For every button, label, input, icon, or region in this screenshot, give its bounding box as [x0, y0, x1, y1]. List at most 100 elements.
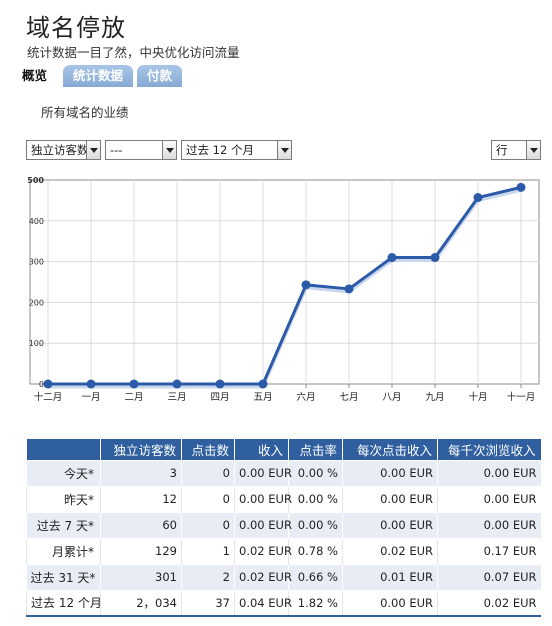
- table-cell: 0: [181, 485, 235, 512]
- stats-table: 独立访客数 点击数 收入 点击率 每次点击收入 每千次浏览收入 今天* 3 0 0.0…: [26, 439, 541, 617]
- table-cell: 0.00 %: [288, 459, 343, 486]
- x-tick-label: 五月: [253, 392, 272, 403]
- data-point: [172, 379, 182, 389]
- page-title: 域名停放: [26, 14, 126, 42]
- chevron-down-icon: [162, 141, 176, 159]
- table-header-row: 独立访客数 点击数 收入 点击率 每次点击收入 每千次浏览收入: [26, 439, 541, 460]
- compare-select[interactable]: ---: [105, 140, 177, 160]
- data-point: [516, 182, 526, 192]
- row-label: 月累计*: [26, 537, 101, 564]
- x-tick-label: 六月: [296, 391, 315, 403]
- x-tick-label: 一月: [81, 392, 100, 403]
- y-tick-label: 300: [29, 258, 44, 267]
- table-cell: 0.00 EUR: [342, 485, 438, 512]
- chevron-down-icon: [86, 141, 100, 159]
- data-point: [473, 193, 483, 203]
- data-point: [215, 379, 225, 389]
- table-cell: 0: [181, 459, 235, 486]
- data-point: [43, 379, 53, 389]
- table-cell: 1.82 %: [288, 589, 343, 617]
- table-row: 昨天* 12 0 0.00 EUR 0.00 % 0.00 EUR 0.00 EUR: [26, 485, 541, 512]
- period-select[interactable]: 过去 12 个月: [181, 140, 292, 160]
- table-cell: 0.00 %: [288, 485, 343, 512]
- data-point: [387, 253, 397, 263]
- chevron-down-icon: [526, 141, 540, 159]
- table-cell: 0.02 EUR: [342, 537, 438, 564]
- data-point: [430, 253, 440, 263]
- y-tick-label: 500: [27, 176, 44, 185]
- x-tick-label: 七月: [339, 392, 358, 403]
- table-cell: 2: [181, 563, 235, 590]
- table-cell: 0.00 EUR: [437, 485, 541, 512]
- table-row: 过去 12 个月 2，034 37 0.04 EUR 1.82 % 0.00 EUR 0.0…: [26, 589, 541, 617]
- table-cell: 0.01 EUR: [342, 563, 438, 590]
- table-header-corner: [26, 439, 101, 460]
- table-row: 过去 31 天* 301 2 0.02 EUR 0.66 % 0.01 EUR 0.07 E…: [26, 563, 541, 590]
- table-cell: 129: [100, 537, 182, 564]
- column-header: 点击率: [288, 439, 343, 460]
- table-cell: 0: [181, 511, 235, 538]
- table-cell: 0.00 EUR: [437, 459, 541, 486]
- data-point: [129, 379, 139, 389]
- y-tick-label: 100: [29, 339, 44, 348]
- tab-overview[interactable]: 概览: [18, 65, 59, 87]
- table-cell: 1: [181, 537, 235, 564]
- table-cell: 0.78 %: [288, 537, 343, 564]
- row-label: 过去 31 天*: [26, 563, 101, 590]
- chevron-down-icon: [277, 141, 291, 159]
- section-heading: 所有域名的业绩: [41, 105, 129, 120]
- table-cell: 2，034: [100, 589, 182, 617]
- table-cell: 0.00 EUR: [437, 511, 541, 538]
- visitors-line-chart: 0 100 200 300 400 500 十二月 一月 二月 三月 四月 五月 六月 七月 八月 九月 十月 十…: [27, 176, 540, 403]
- granularity-select[interactable]: 行: [491, 140, 541, 160]
- table-cell: 0.00 EUR: [234, 511, 292, 538]
- table-cell: 0.00 %: [288, 511, 343, 538]
- table-cell: 0.02 EUR: [234, 537, 292, 564]
- x-tick-label: 二月: [124, 392, 143, 403]
- data-point: [258, 379, 268, 389]
- metric-select-value: 独立访客数: [31, 143, 89, 157]
- row-label: 过去 12 个月: [26, 589, 102, 617]
- table-cell: 0.66 %: [288, 563, 343, 590]
- column-header: 收入: [234, 439, 289, 460]
- x-tick-label: 四月: [210, 392, 229, 403]
- tab-payments[interactable]: 付款: [137, 65, 183, 87]
- column-header: 每千次浏览收入: [437, 439, 541, 460]
- table-cell: 60: [100, 511, 182, 538]
- tab-bar: 概览 统计数据 付款: [18, 63, 186, 87]
- table-row: 今天* 3 0 0.00 EUR 0.00 % 0.00 EUR 0.00 EUR: [26, 459, 541, 486]
- y-tick-label: 400: [29, 217, 44, 226]
- table-cell: 0.17 EUR: [437, 537, 541, 564]
- table-cell: 12: [100, 485, 182, 512]
- column-header: 点击数: [181, 439, 235, 460]
- x-tick-label: 十月: [468, 391, 487, 403]
- metric-select[interactable]: 独立访客数: [26, 140, 101, 160]
- table-cell: 0.00 EUR: [342, 459, 438, 486]
- table-cell: 0.04 EUR: [234, 589, 292, 617]
- table-cell: 0.00 EUR: [234, 459, 292, 486]
- granularity-select-value: 行: [496, 143, 508, 157]
- x-tick-label: 十一月: [507, 391, 536, 403]
- table-cell: 0.00 EUR: [342, 511, 438, 538]
- column-header: 独立访客数: [100, 439, 182, 460]
- data-point: [344, 284, 354, 294]
- table-cell: 37: [181, 589, 235, 617]
- row-label: 过去 7 天*: [26, 511, 101, 538]
- x-tick-label: 九月: [425, 391, 444, 403]
- table-row: 月累计* 129 1 0.02 EUR 0.78 % 0.02 EUR 0.17 EUR: [26, 537, 541, 564]
- row-label: 今天*: [26, 459, 101, 486]
- table-cell: 0.00 EUR: [342, 589, 438, 617]
- data-point: [301, 280, 311, 290]
- tab-statistics[interactable]: 统计数据: [63, 65, 134, 87]
- table-cell: 301: [100, 563, 182, 590]
- table-cell: 0.07 EUR: [437, 563, 541, 590]
- x-tick-label: 十二月: [34, 391, 63, 403]
- column-header: 每次点击收入: [342, 439, 438, 460]
- plot-frame: [29, 179, 540, 385]
- y-tick-label: 200: [29, 298, 44, 307]
- row-label: 昨天*: [26, 485, 101, 512]
- compare-select-value: ---: [110, 143, 123, 157]
- data-point: [86, 379, 96, 389]
- table-cell: 0.02 EUR: [234, 563, 292, 590]
- table-cell: 0.00 EUR: [234, 485, 292, 512]
